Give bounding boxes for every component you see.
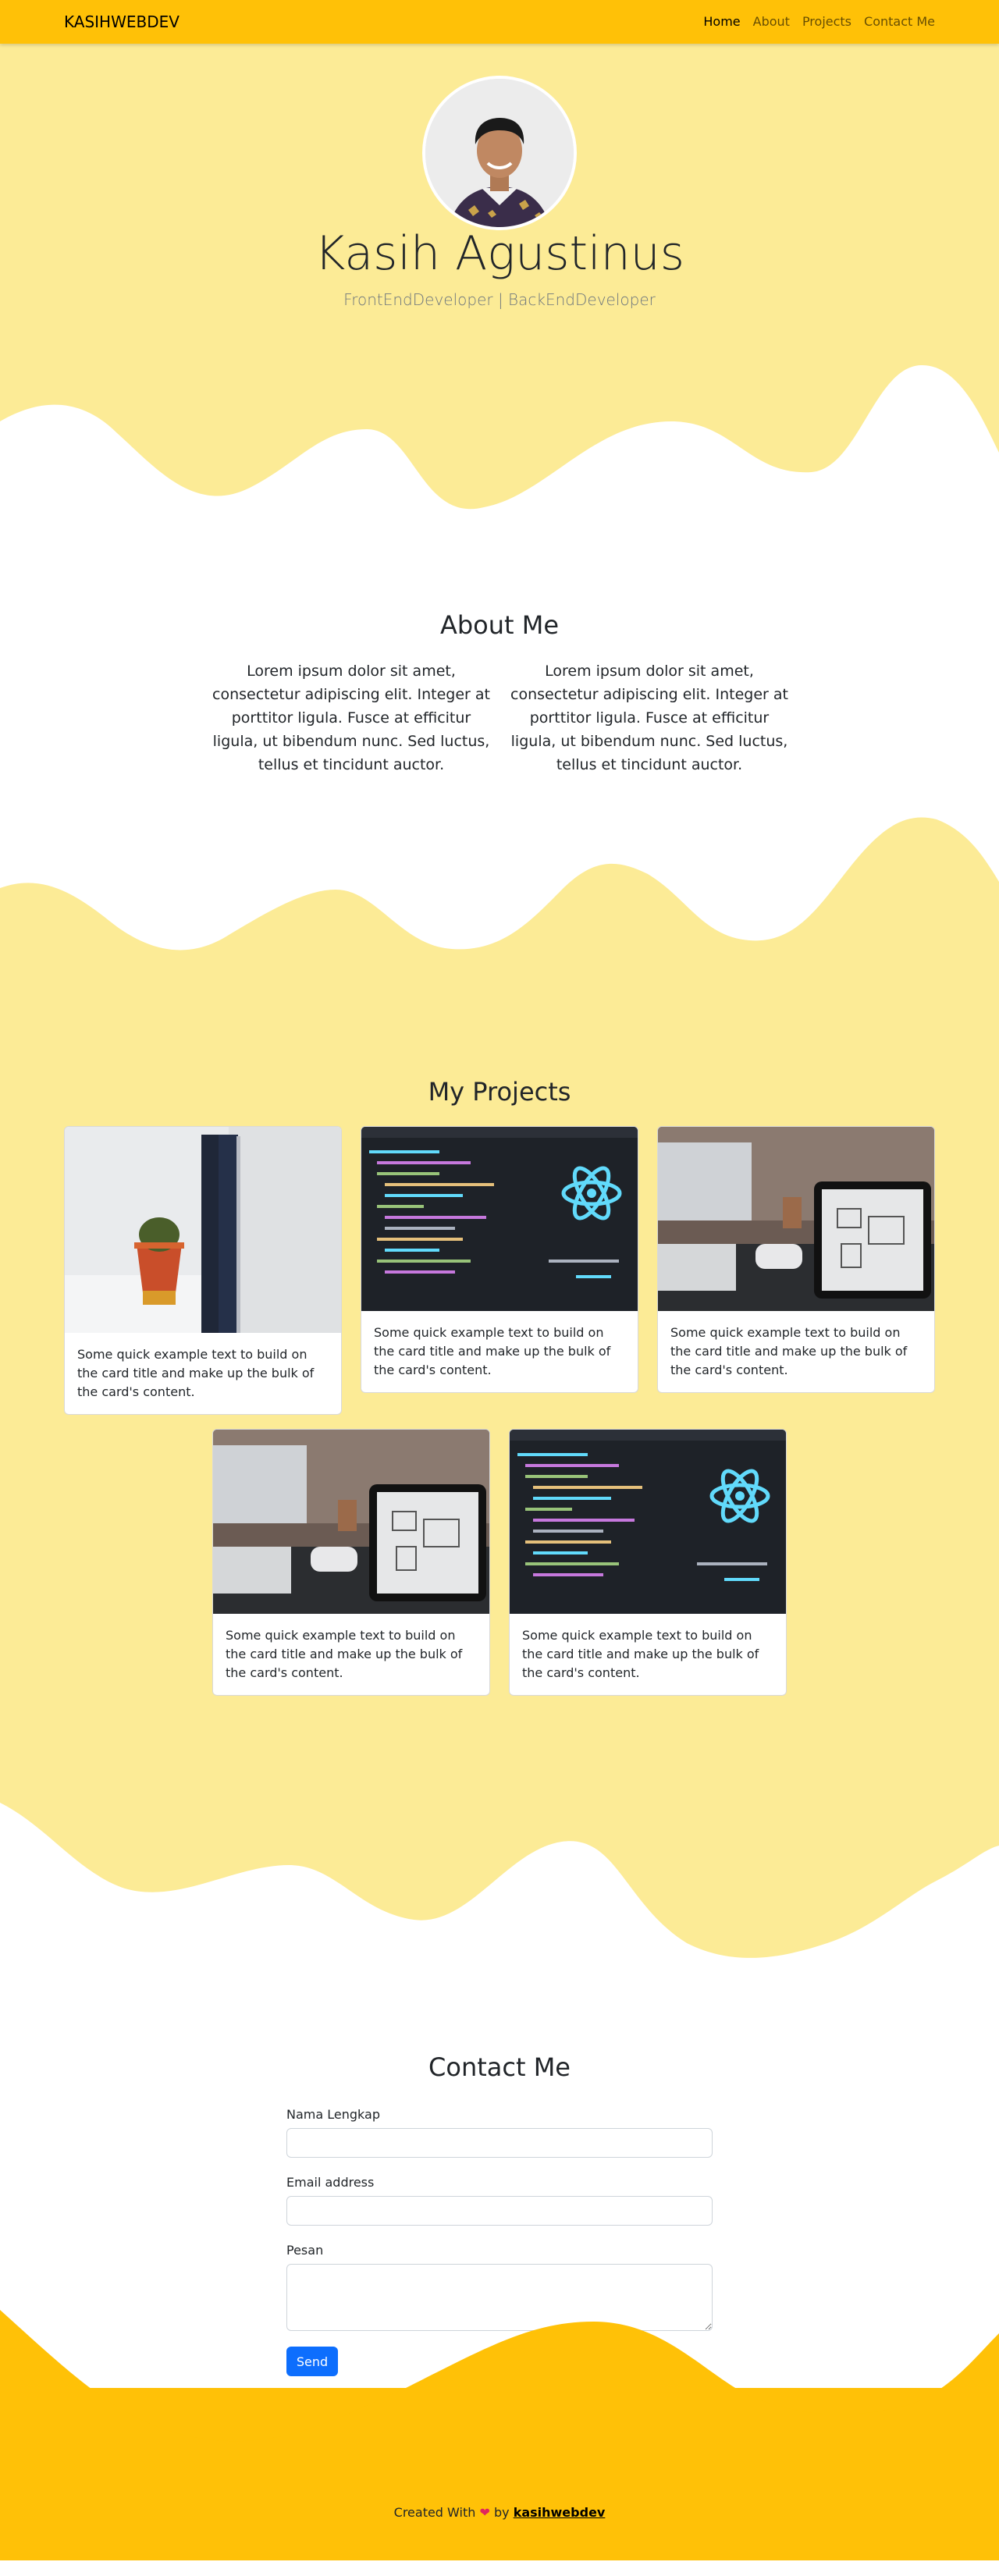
project-image-react-code bbox=[510, 1430, 786, 1614]
hero-section: Kasih Agustinus FrontEndDeveloper | Back… bbox=[0, 0, 999, 546]
project-card-1[interactable]: Some quick example text to build on the … bbox=[64, 1126, 342, 1415]
contact-title: Contact Me bbox=[428, 2052, 571, 2082]
footer-credit: Created With ❤ by kasihwebdev bbox=[0, 2505, 999, 2520]
about-title: About Me bbox=[439, 610, 560, 640]
email-input[interactable] bbox=[286, 2196, 713, 2226]
email-label: Email address bbox=[286, 2175, 375, 2190]
heart-icon: ❤ bbox=[479, 2505, 490, 2520]
project-card-text: Some quick example text to build on the … bbox=[77, 1347, 315, 1399]
hero-wave bbox=[0, 364, 999, 546]
about-paragraph-2: Lorem ipsum dolor sit amet, consectetur … bbox=[510, 663, 788, 773]
footer-wave bbox=[0, 2310, 999, 2505]
navbar: KASIHWEBDEV Home About Projects Contact … bbox=[0, 0, 999, 44]
project-card-3[interactable]: Some quick example text to build on the … bbox=[657, 1126, 935, 1393]
project-image-books bbox=[65, 1127, 341, 1333]
nav-contact[interactable]: Contact Me bbox=[864, 14, 935, 29]
project-image-react-code bbox=[361, 1127, 638, 1311]
project-image-tablet-desk bbox=[213, 1430, 489, 1614]
project-card-text: Some quick example text to build on the … bbox=[670, 1325, 908, 1377]
nav-home[interactable]: Home bbox=[703, 14, 740, 29]
project-card-2[interactable]: Some quick example text to build on the … bbox=[361, 1126, 638, 1393]
project-card-text: Some quick example text to build on the … bbox=[522, 1628, 759, 1680]
about-paragraph-1: Lorem ipsum dolor sit amet, consectetur … bbox=[212, 663, 490, 773]
project-card-5[interactable]: Some quick example text to build on the … bbox=[509, 1429, 787, 1696]
name-label: Nama Lengkap bbox=[286, 2107, 380, 2122]
footer-author-link[interactable]: kasihwebdev bbox=[514, 2505, 606, 2520]
footer-by: by bbox=[493, 2505, 510, 2520]
project-image-tablet-desk bbox=[658, 1127, 934, 1311]
footer: Created With ❤ by kasihwebdev bbox=[0, 2310, 999, 2560]
project-card-4[interactable]: Some quick example text to build on the … bbox=[212, 1429, 490, 1696]
about-section: About Me Lorem ipsum dolor sit amet, con… bbox=[0, 546, 999, 1014]
nav-projects[interactable]: Projects bbox=[802, 14, 851, 29]
nav-about[interactable]: About bbox=[753, 14, 790, 29]
nav-links: Home About Projects Contact Me bbox=[703, 14, 935, 29]
projects-title: My Projects bbox=[428, 1077, 571, 1107]
hero-name: Kasih Agustinus bbox=[315, 226, 684, 281]
hero-tagline: FrontEndDeveloper | BackEndDeveloper bbox=[343, 290, 656, 309]
project-card-text: Some quick example text to build on the … bbox=[374, 1325, 611, 1377]
message-label: Pesan bbox=[286, 2243, 324, 2258]
project-card-text: Some quick example text to build on the … bbox=[226, 1628, 463, 1680]
name-input[interactable] bbox=[286, 2128, 713, 2158]
footer-prefix: Created With bbox=[393, 2505, 476, 2520]
profile-avatar bbox=[422, 76, 577, 230]
projects-wave bbox=[0, 1803, 999, 1982]
projects-section: My Projects Some quick example text to b… bbox=[0, 1014, 999, 1982]
about-wave bbox=[0, 817, 999, 1014]
brand-logo[interactable]: KASIHWEBDEV bbox=[64, 12, 180, 31]
